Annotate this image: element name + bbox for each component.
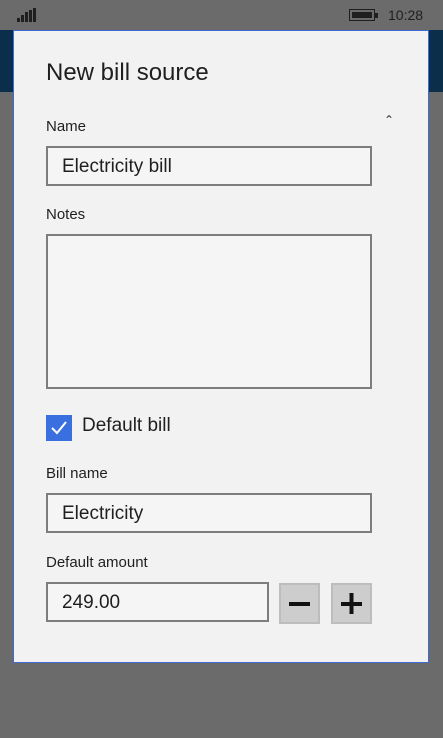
default-bill-checkbox[interactable]	[46, 415, 72, 441]
name-label: Name	[46, 118, 87, 135]
status-bar: 10:28	[0, 0, 443, 30]
default-amount-label: Default amount	[46, 554, 148, 571]
increment-button[interactable]	[331, 583, 372, 624]
name-field[interactable]: Electricity bill	[46, 146, 372, 186]
notes-field[interactable]	[46, 234, 372, 389]
new-bill-source-dialog: New bill source ⌃ Name Electricity bill …	[13, 30, 429, 663]
status-time: 10:28	[388, 7, 424, 23]
decrement-button[interactable]	[279, 583, 320, 624]
default-amount-field[interactable]: 249.00	[46, 582, 269, 622]
signal-strength-icon	[17, 8, 39, 22]
bill-name-label: Bill name	[46, 465, 108, 482]
notes-label: Notes	[46, 206, 86, 223]
plus-icon	[341, 593, 362, 614]
minus-icon	[289, 602, 310, 606]
default-bill-label[interactable]: Default bill	[82, 415, 171, 437]
checkmark-icon	[51, 421, 67, 435]
chevron-up-icon[interactable]: ⌃	[384, 113, 394, 127]
dialog-title: New bill source	[46, 59, 209, 86]
battery-icon	[349, 9, 378, 21]
bill-name-field[interactable]: Electricity	[46, 493, 372, 533]
